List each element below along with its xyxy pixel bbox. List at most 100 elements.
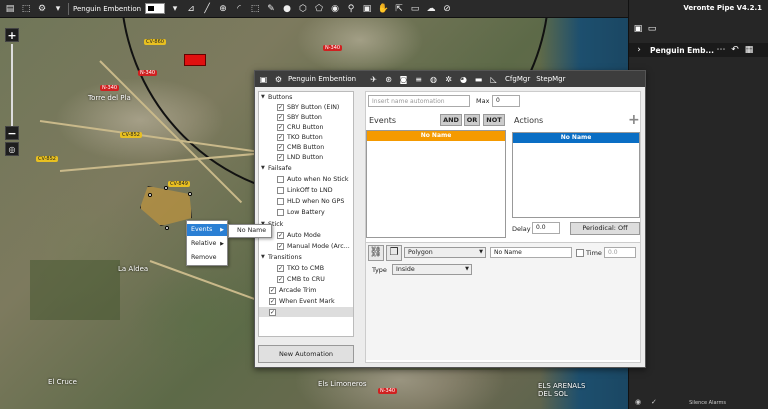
menu-item-events[interactable]: Events ▶ <box>187 224 227 236</box>
link-icon[interactable]: ⛓ <box>368 245 384 261</box>
arc-icon[interactable]: ◜ <box>233 3 245 15</box>
automation-tree[interactable]: ▼ Buttons ✓ SBY Button (EIN) ✓ SBY Button ✓… <box>258 91 354 337</box>
menu-item-remove[interactable]: Remove <box>187 252 227 264</box>
tree-item[interactable]: ✓ CMB Button <box>259 142 353 152</box>
waypoint-marker[interactable] <box>164 186 168 190</box>
tree-item[interactable]: LinkOff to LND <box>259 185 353 195</box>
action-item[interactable]: No Name <box>513 133 639 143</box>
new-automation-button[interactable]: New Automation <box>258 345 354 363</box>
camera-icon[interactable]: ◙ <box>398 74 409 85</box>
tree-item[interactable]: ✓ Arcade Trim <box>259 285 353 295</box>
checkbox[interactable]: ✓ <box>277 231 284 239</box>
zoom-in-button[interactable]: + <box>5 28 19 42</box>
tree-item-selected[interactable]: ✓ <box>259 307 353 317</box>
tree-item[interactable]: ✓ CRU Button <box>259 122 353 132</box>
collapse-icon[interactable]: ▼ <box>261 94 268 100</box>
sound-icon[interactable]: ◉ <box>635 398 641 406</box>
pentagon-icon[interactable]: ⬠ <box>313 3 325 15</box>
checkbox[interactable]: ✓ <box>277 242 284 250</box>
actions-list[interactable]: No Name <box>512 132 640 218</box>
polygon-zone[interactable] <box>140 186 192 226</box>
chart-icon[interactable]: ◺ <box>488 74 499 85</box>
measure-icon[interactable]: ⊘ <box>441 3 453 15</box>
event-item[interactable]: No Name <box>367 131 505 141</box>
automation-name-input[interactable] <box>368 95 470 107</box>
collapse-icon[interactable]: ▼ <box>261 254 268 260</box>
tree-item[interactable]: ✓ Manual Mode (Arc... <box>259 241 353 251</box>
waypoint-icon[interactable]: ◉ <box>329 3 341 15</box>
more-icon[interactable]: ⋯ <box>714 45 728 55</box>
layers-icon[interactable]: ▤ <box>4 3 16 15</box>
export-icon[interactable]: ⇱ <box>393 3 405 15</box>
condition-name-input[interactable]: No Name <box>490 247 572 258</box>
zoom-slider[interactable] <box>11 44 13 126</box>
marker-icon[interactable]: ▣ <box>361 3 373 15</box>
tree-item[interactable]: ✓ TKO Button <box>259 132 353 142</box>
vehicle-header[interactable]: › Penguin Emb... ⋯ ↶ ▦ <box>629 43 768 57</box>
chevron-down-icon[interactable]: ▾ <box>169 3 181 15</box>
max-input[interactable]: 0 <box>492 95 520 107</box>
checkbox[interactable] <box>277 186 284 194</box>
palette-icon[interactable]: ◕ <box>458 74 469 85</box>
gear-icon[interactable]: ⚙ <box>273 74 284 85</box>
collapse-icon[interactable]: ▼ <box>261 165 268 171</box>
vehicle-marker[interactable] <box>184 54 206 66</box>
delay-input[interactable]: 0.0 <box>532 222 560 234</box>
checkbox[interactable] <box>277 175 284 183</box>
menu-item-relative[interactable]: Relative ▶ <box>187 238 227 250</box>
or-button[interactable]: OR <box>464 114 480 126</box>
time-checkbox[interactable] <box>576 249 584 257</box>
cloud-icon[interactable]: ☁ <box>425 3 437 15</box>
vehicle-selector[interactable]: Penguin Embention <box>73 5 141 13</box>
folder-icon[interactable]: ▭ <box>645 24 659 34</box>
checkbox[interactable]: ✓ <box>277 113 284 121</box>
checkbox[interactable]: ✓ <box>277 143 284 151</box>
tree-item[interactable]: Auto when No Stick <box>259 174 353 184</box>
tree-item[interactable]: ✓ SBY Button <box>259 112 353 122</box>
copy-icon[interactable]: ❐ <box>386 245 402 261</box>
dropdown-icon[interactable]: ▾ <box>52 3 64 15</box>
line-icon[interactable]: ╱ <box>201 3 213 15</box>
target-icon[interactable]: ⊕ <box>217 3 229 15</box>
checkbox[interactable] <box>277 208 284 216</box>
tree-item[interactable]: HLD when No GPS <box>259 196 353 206</box>
add-action-icon[interactable]: + <box>628 112 640 128</box>
checkbox[interactable]: ✓ <box>277 133 284 141</box>
timer-icon[interactable]: ⊛ <box>383 74 394 85</box>
checkbox[interactable]: ✓ <box>269 286 276 294</box>
locate-icon[interactable]: ◎ <box>5 142 19 156</box>
cfgmgr-menu[interactable]: CfgMgr <box>505 75 530 83</box>
check-icon[interactable]: ✓ <box>651 398 657 406</box>
ruler-icon[interactable]: ⊿ <box>185 3 197 15</box>
gears-icon[interactable]: ✲ <box>443 74 454 85</box>
undo-icon[interactable]: ↶ <box>728 45 742 55</box>
waypoint-marker[interactable] <box>188 192 192 196</box>
silence-alarms-label[interactable]: Silence Alarms <box>689 400 726 406</box>
inside-select[interactable]: Inside <box>392 264 472 275</box>
mission-icon[interactable]: ⬚ <box>20 3 32 15</box>
checkbox[interactable]: ✓ <box>269 297 276 305</box>
monitor-icon[interactable]: ▬ <box>473 74 484 85</box>
polygon-icon[interactable]: ⬡ <box>297 3 309 15</box>
tree-item[interactable]: ✓ CMB to CRU <box>259 274 353 284</box>
condition-type-select[interactable]: Polygon <box>404 247 486 258</box>
device-icon[interactable]: ▣ <box>631 24 645 34</box>
submenu-item-no-name[interactable]: No Name <box>228 224 272 238</box>
tree-item[interactable]: Low Battery <box>259 207 353 217</box>
checkbox[interactable]: ✓ <box>277 153 284 161</box>
plane-icon[interactable]: ✈ <box>368 74 379 85</box>
checkbox[interactable]: ✓ <box>277 103 284 111</box>
balloon-icon[interactable]: ⚲ <box>345 3 357 15</box>
stepmgr-menu[interactable]: StepMgr <box>536 75 565 83</box>
periodical-button[interactable]: Periodical: Off <box>570 222 640 235</box>
tree-group-transitions[interactable]: ▼ Transitions <box>259 252 353 262</box>
checkbox[interactable]: ✓ <box>277 123 284 131</box>
checkbox[interactable]: ✓ <box>277 264 284 272</box>
time-input[interactable]: 0.0 <box>604 247 636 258</box>
hand-icon[interactable]: ✋ <box>377 3 389 15</box>
marquee-icon[interactable]: ⬚ <box>249 3 261 15</box>
checkbox[interactable]: ✓ <box>277 275 284 283</box>
zoom-out-button[interactable]: − <box>5 126 19 140</box>
pin-icon[interactable]: ✎ <box>265 3 277 15</box>
not-button[interactable]: NOT <box>483 114 505 126</box>
